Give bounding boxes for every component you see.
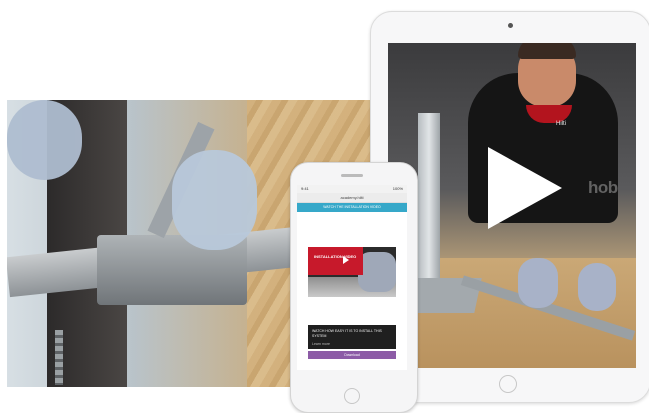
card-gloves [358,252,396,292]
info-link[interactable]: Learn more [312,342,330,346]
glove-left [7,100,82,180]
steel-pole [418,113,440,283]
card-play-icon[interactable] [343,256,349,264]
card-title: INSTALLATION VIDEO [314,254,357,259]
phone-cta-button[interactable]: Download [308,351,396,359]
status-battery: 100% [392,186,403,191]
phone-video-card[interactable]: INSTALLATION VIDEO [308,247,396,297]
info-text: WATCH HOW EASY IT IS TO INSTALL THIS SYS… [312,329,382,338]
chain [55,330,63,385]
phone-screen: 9:41 100% academy.hilti WATCH THE INSTAL… [297,185,407,370]
shirt-badge-text: Hilti [556,121,566,127]
tablet-home-button[interactable] [499,375,517,393]
card-red-panel [308,247,363,275]
phone-home-button[interactable] [344,388,360,404]
phone-status-bar: 9:41 100% [297,185,407,193]
play-icon[interactable] [488,147,562,229]
worker-glove-right [578,263,616,311]
tablet-camera [508,23,513,28]
glove-right [172,150,257,250]
phone-url-bar[interactable]: academy.hilti [297,193,407,203]
worker-glove-left [518,258,558,308]
phone-info-box: WATCH HOW EASY IT IS TO INSTALL THIS SYS… [308,325,396,349]
phone-banner[interactable]: WATCH THE INSTALLATION VIDEO [297,203,407,212]
worker-hair [518,43,576,59]
status-time: 9:41 [301,186,309,191]
wall-logo-text: hob [588,178,618,197]
phone-speaker [341,174,363,177]
